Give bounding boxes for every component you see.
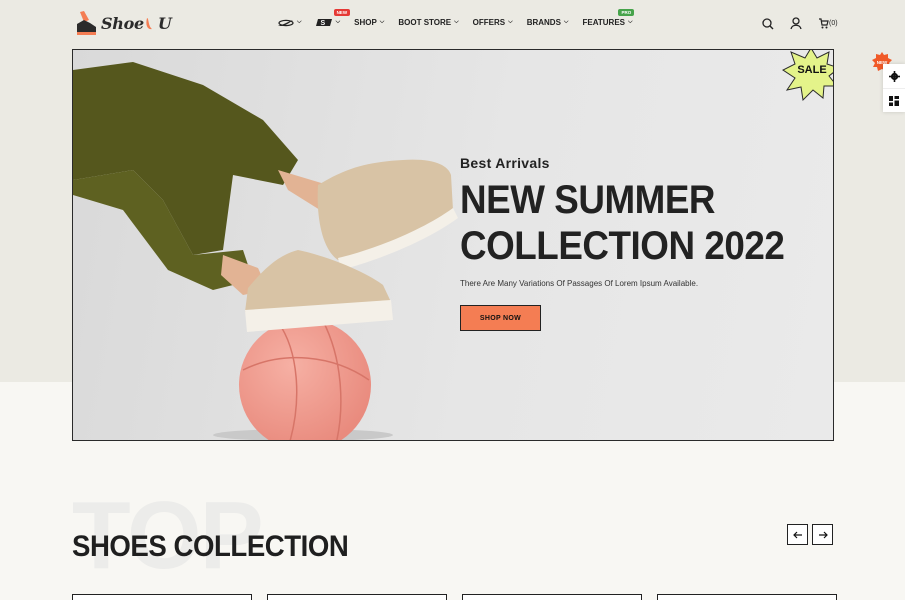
chevron-down-icon: ⌵ [628,19,633,25]
product-card[interactable] [462,594,642,600]
hero-subtitle: Best Arrivals [460,155,550,171]
next-button[interactable] [812,524,833,545]
product-card[interactable] [657,594,837,600]
shoe-logo-icon [77,11,96,35]
pro-badge: PRO [618,9,635,16]
nav-shop[interactable]: SHOP ⌵ [354,18,384,27]
new-badge: NEW [333,9,351,16]
hero-copy: Best Arrivals NEW SUMMER COLLECTION 2022… [460,155,813,288]
hero-description: There Are Many Variations Of Passages Of… [460,279,699,288]
chevron-down-icon: ⌵ [508,19,513,25]
grid-icon [889,95,899,106]
main-nav: ⌵ NEW S ⌵ SHOP ⌵ BOOT STORE ⌵ OFFERS ⌵ BRAN… [277,9,647,27]
chevron-down-icon: ⌵ [454,19,459,25]
section-title: SHOES COLLECTION [72,530,349,563]
nav-brands[interactable]: BRANDS ⌵ [527,18,569,27]
chevron-down-icon: ⌵ [563,19,569,25]
svg-text:S: S [320,20,325,27]
side-toolbar [883,64,905,112]
settings-button[interactable] [883,64,905,88]
prev-button[interactable] [787,524,808,545]
logo-text: Shoe U [101,13,172,33]
site-logo[interactable]: Shoe U [74,8,172,38]
nav-offers[interactable]: OFFERS ⌵ [473,18,513,27]
nav-brand-nike[interactable]: ⌵ [277,19,302,27]
product-card[interactable] [267,594,447,600]
hero-title-line-1: NEW SUMMER [460,178,716,222]
gear-icon [888,70,900,82]
product-cards [72,594,837,600]
nav-features[interactable]: PRO FEATURES ⌵ [582,9,635,27]
hero-title: NEW SUMMER COLLECTION 2022 [460,177,785,269]
nav-brand-skechers[interactable]: NEW S ⌵ [315,9,351,27]
cart-icon [819,18,829,29]
hero-banner: Best Arrivals NEW SUMMER COLLECTION 2022… [72,49,834,441]
nike-swoosh-icon [278,19,294,26]
layout-button[interactable] [883,88,905,112]
chevron-down-icon: ⌵ [335,19,341,25]
product-card[interactable] [72,594,252,600]
hero-title-line-2: COLLECTION 2022 [460,224,785,268]
logo-swoosh-icon [146,17,152,29]
header-actions: (0) [762,17,838,30]
arrow-right-icon [818,531,828,538]
skechers-s-icon: S [315,19,332,27]
shop-now-button[interactable]: SHOP NOW [460,305,541,331]
nav-boot-store[interactable]: BOOT STORE ⌵ [398,18,458,27]
chevron-down-icon: ⌵ [297,19,302,25]
cart-button[interactable]: (0) [818,18,838,29]
user-icon[interactable] [790,17,802,30]
sale-starburst: SALE [782,50,833,102]
site-header: Shoe U ⌵ NEW S ⌵ SHOP ⌵ BOOT STORE ⌵ OFFERS… [0,0,905,50]
chevron-down-icon: ⌵ [379,19,385,25]
sale-label: SALE [797,64,826,76]
carousel-controls [787,524,833,545]
search-icon[interactable] [762,17,774,30]
cart-count: (0) [829,20,838,27]
arrow-left-icon [792,531,802,538]
